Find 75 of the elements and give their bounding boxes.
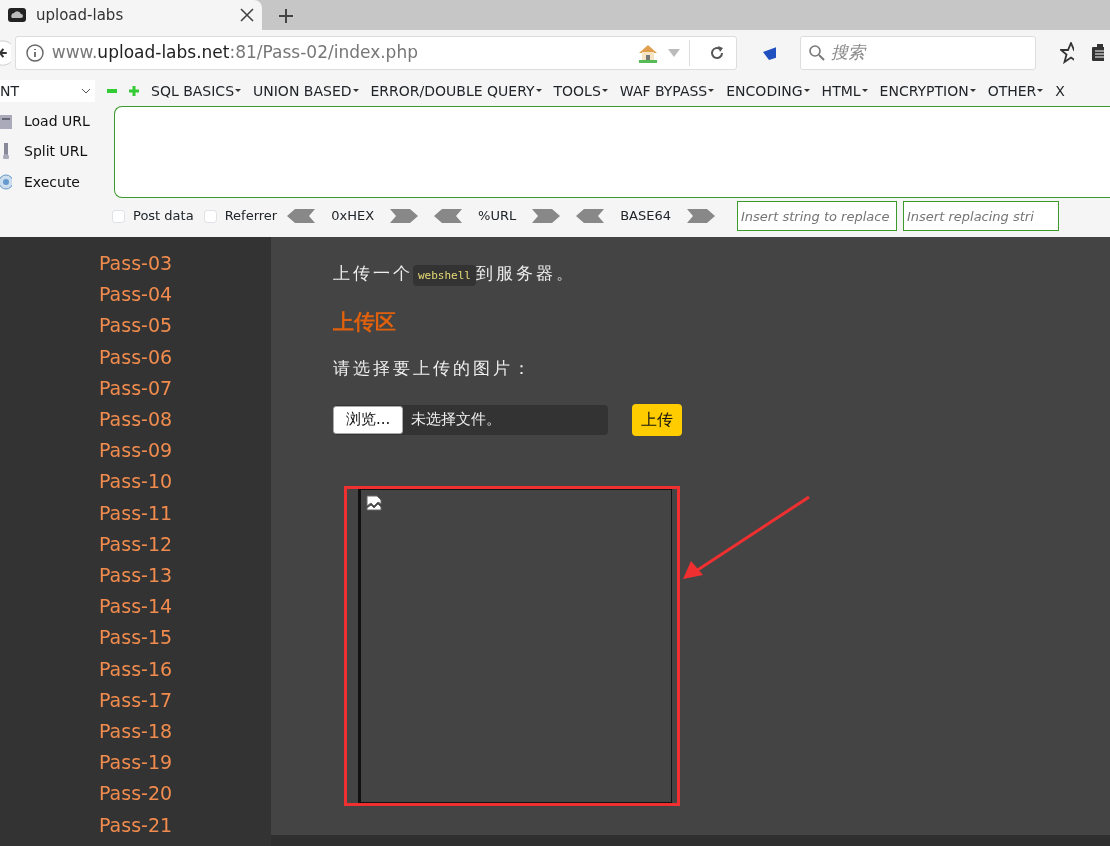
sidebar-link[interactable]: Pass-21 bbox=[99, 809, 271, 841]
menu-item[interactable]: ENCODING bbox=[726, 80, 810, 102]
sidebar-link[interactable]: Pass-16 bbox=[99, 653, 271, 685]
star-icon[interactable] bbox=[1059, 42, 1075, 64]
sidebar-link[interactable]: Pass-08 bbox=[99, 404, 271, 436]
plus-icon[interactable] bbox=[129, 86, 139, 96]
section-heading: 上传区 bbox=[333, 308, 397, 336]
dropdown-icon[interactable] bbox=[666, 48, 681, 58]
text-field[interactable]: Insert replacing stri bbox=[903, 201, 1059, 231]
right-arrow-icon[interactable] bbox=[532, 209, 561, 223]
sidebar-link[interactable]: Pass-12 bbox=[99, 528, 271, 561]
home-icon[interactable] bbox=[636, 43, 659, 63]
search-field[interactable]: 搜索 bbox=[799, 36, 1036, 70]
search-icon bbox=[808, 45, 825, 61]
load-button[interactable]: Load URL bbox=[0, 110, 108, 132]
left-arrow-icon[interactable] bbox=[576, 209, 605, 223]
broken-image-icon bbox=[366, 495, 382, 511]
sidebar-link[interactable]: Pass-13 bbox=[99, 560, 271, 592]
reading-list-icon[interactable] bbox=[1090, 43, 1104, 63]
sidebar-link[interactable]: Pass-20 bbox=[99, 778, 271, 810]
file-status: 未选择文件。 bbox=[411, 409, 502, 431]
intro-text: 上传一个 webshell 到服务器。 bbox=[333, 261, 1110, 287]
sidebar-link[interactable]: Pass-17 bbox=[99, 684, 271, 717]
checkbox[interactable] bbox=[203, 209, 217, 223]
split-button[interactable]: Split URL bbox=[0, 141, 108, 163]
left-arrow-icon[interactable] bbox=[434, 209, 463, 223]
load-icon bbox=[0, 112, 12, 129]
new-tab-icon[interactable] bbox=[278, 8, 294, 24]
option-label: Referrer bbox=[224, 207, 278, 226]
sidebar-link[interactable]: Pass-09 bbox=[99, 435, 271, 467]
encoder-label: 0xHEX bbox=[331, 207, 375, 226]
menu-item[interactable]: OTHER bbox=[987, 80, 1044, 102]
close-icon[interactable] bbox=[240, 8, 254, 22]
execute-button[interactable]: Execute bbox=[0, 172, 108, 194]
menu-item[interactable]: WAF BYPASS bbox=[619, 80, 715, 102]
browser-tab[interactable]: upload-labs bbox=[0, 0, 262, 30]
minus-icon[interactable] bbox=[107, 86, 117, 96]
sidebar-link[interactable]: Pass-10 bbox=[99, 466, 271, 498]
info-icon[interactable] bbox=[25, 44, 44, 62]
right-arrow-icon[interactable] bbox=[390, 209, 419, 223]
sidebar-link[interactable]: Pass-15 bbox=[99, 622, 271, 654]
sidebar-link[interactable]: Pass-04 bbox=[99, 279, 271, 311]
right-arrow-icon[interactable] bbox=[687, 209, 715, 223]
sidebar-link[interactable]: Pass-19 bbox=[99, 747, 271, 779]
menu-item[interactable]: UNION BASED bbox=[253, 80, 359, 102]
menu-item[interactable]: X bbox=[1055, 80, 1065, 102]
chevron-icon bbox=[81, 88, 91, 94]
sidebar-link[interactable]: Pass-05 bbox=[99, 310, 271, 342]
prompt-text: 请选择要上传的图片： bbox=[333, 357, 534, 380]
browse-button[interactable]: 浏览... bbox=[333, 405, 404, 434]
tab-title: upload-labs bbox=[36, 4, 125, 26]
upload-button[interactable]: 上传 bbox=[632, 403, 682, 436]
sidebar-link[interactable]: Pass-14 bbox=[99, 591, 271, 623]
left-arrow-icon[interactable] bbox=[287, 209, 316, 223]
sidebar-link[interactable]: Pass-06 bbox=[99, 341, 271, 373]
menu-item[interactable]: ENCRYPTION bbox=[879, 80, 976, 102]
menu-item[interactable]: ERROR/DOUBLE QUERY bbox=[370, 80, 542, 102]
encoder-label: %URL bbox=[478, 207, 517, 226]
menu-item[interactable]: HTML bbox=[821, 80, 868, 102]
checkbox[interactable] bbox=[112, 209, 125, 223]
text-field[interactable]: Insert string to replace bbox=[737, 201, 897, 231]
sidebar-link[interactable]: Pass-03 bbox=[99, 248, 271, 280]
select-field[interactable]: NT bbox=[0, 80, 95, 102]
option-label: Post data bbox=[133, 207, 194, 226]
split-icon bbox=[0, 143, 12, 160]
file-input[interactable]: 浏览... 未选择文件。 bbox=[333, 404, 608, 435]
menu-item[interactable]: TOOLS bbox=[553, 80, 608, 102]
menu-item[interactable]: SQL BASICS bbox=[151, 80, 241, 102]
cloud-icon bbox=[8, 8, 26, 22]
url-textarea[interactable] bbox=[114, 106, 1110, 198]
encoder-label: BASE64 bbox=[620, 207, 671, 226]
execute-icon bbox=[0, 174, 12, 191]
sidebar-link[interactable]: Pass-11 bbox=[99, 497, 271, 529]
sidebar-link[interactable]: Pass-07 bbox=[99, 372, 271, 404]
sidebar-link[interactable]: Pass-18 bbox=[99, 716, 271, 748]
